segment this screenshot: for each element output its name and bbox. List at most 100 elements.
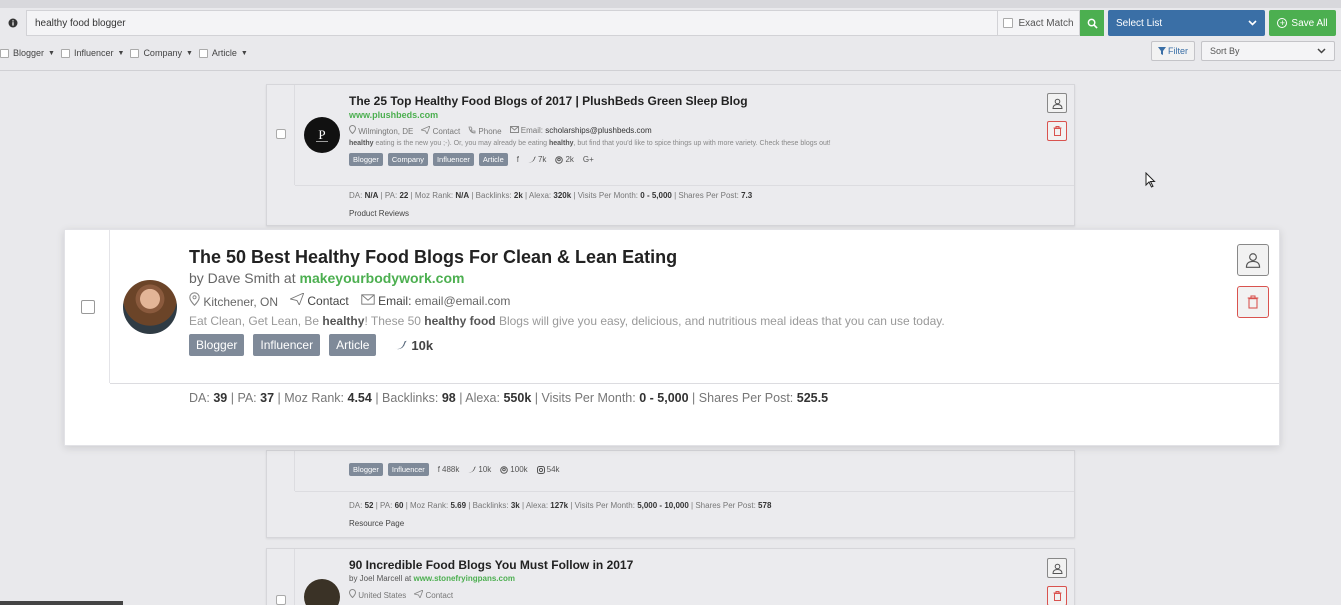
tag[interactable]: Article [329,334,377,356]
email-link[interactable]: Email: email@email.com [361,293,511,308]
filter-button[interactable]: Filter [1151,41,1195,61]
avatar [123,280,177,334]
filter-article-checkbox[interactable] [198,48,208,58]
twitter-count: 10k [411,337,434,353]
twitter-stat[interactable]: 10k [395,338,433,353]
exact-match-checkbox[interactable] [1003,18,1014,28]
delete-button[interactable] [1047,586,1067,605]
chevron-down-icon [1248,20,1257,26]
email-link[interactable]: Email: scholarships@plushbeds.com [509,126,652,135]
desc-bold: healthy [322,314,365,328]
result-title[interactable]: 90 Incredible Food Blogs You Must Follow… [349,558,633,572]
map-pin-icon [348,124,357,135]
stat-pa: 37 [260,391,275,405]
trash-icon [1053,126,1061,136]
tag[interactable]: Influencer [387,463,429,476]
facebook-stat[interactable]: f 488k [438,465,460,474]
location-text: Wilmington, DE [358,127,414,136]
filter-company[interactable]: Company ▼ [130,48,193,58]
add-contact-button[interactable] [1047,558,1067,578]
tag[interactable]: Influencer [432,153,474,166]
desc-bold: healthy food [424,314,496,328]
tag[interactable]: Company [387,153,428,166]
result-url[interactable]: www.stonefryingpans.com [413,574,515,583]
email-value: email@email.com [414,293,511,308]
stat-backlinks: 98 [441,391,456,405]
user-icon [1245,253,1261,268]
caret-down-icon[interactable]: ▼ [186,50,193,57]
result-checkbox[interactable] [276,595,286,605]
mouse-cursor-icon [1145,172,1156,188]
filter-company-checkbox[interactable] [130,48,140,58]
google-plus-link[interactable]: G+ [583,155,594,164]
sort-by-dropdown[interactable]: Sort By [1201,41,1335,61]
result-meta: Wilmington, DE Contact Phone Email: scho… [348,124,652,136]
stat-label: PA: [384,191,398,200]
result-stats: DA: 39 | PA: 37 | Moz Rank: 4.54 | Backl… [189,391,829,405]
delete-button[interactable] [1047,121,1067,141]
stat-visits: 0 - 5,000 [639,391,689,405]
stat-label: Moz Rank: [284,391,345,405]
pinterest-stat[interactable]: 100k [500,465,528,474]
tag[interactable]: Blogger [349,463,383,476]
location: Wilmington, DE [348,124,414,136]
add-contact-button[interactable] [1047,93,1067,113]
phone-link[interactable]: Phone [468,126,502,136]
filter-article[interactable]: Article ▼ [198,48,248,58]
twitter-icon [395,340,408,350]
stat-label: Visits Per Month: [577,191,639,200]
save-all-button[interactable]: + Save All [1269,10,1336,36]
stat-da: N/A [364,191,379,200]
result-checkbox[interactable] [276,129,286,139]
tag[interactable]: Blogger [189,334,245,356]
delete-button[interactable] [1237,286,1269,318]
stat-backlinks: 3k [510,501,520,510]
search-button[interactable] [1080,10,1104,36]
exact-match-toggle[interactable]: Exact Match [998,10,1080,36]
select-list-dropdown[interactable]: Select List [1108,10,1265,36]
contact-link[interactable]: Contact [288,292,349,308]
info-icon[interactable] [0,10,26,36]
filter-blogger-checkbox[interactable] [0,48,9,58]
toolbar-divider [0,70,1341,71]
twitter-stat[interactable]: 10k [468,465,491,474]
contact-link[interactable]: Contact [420,124,460,136]
desc-text: ! These 50 [364,314,425,328]
filter-influencer[interactable]: Influencer ▼ [60,48,125,58]
result-url[interactable]: www.plushbeds.com [349,110,438,120]
instagram-stat[interactable]: 54k [536,465,560,474]
tag-list: Blogger Influencer Article 10k [189,334,433,356]
contact-link[interactable]: Contact [412,588,453,600]
result-url[interactable]: makeyourbodywork.com [300,270,465,286]
stat-pa: 22 [399,191,409,200]
result-title[interactable]: The 50 Best Healthy Food Blogs For Clean… [189,247,677,268]
paper-plane-icon [412,588,424,599]
result-checkbox[interactable] [81,300,95,314]
search-icon [1087,18,1098,29]
result-meta: Kitchener, ON Contact Email: email@email… [189,292,510,309]
facebook-link[interactable]: f [517,155,519,164]
twitter-stat[interactable]: 7k [527,155,547,164]
trash-icon [1247,295,1259,309]
tag[interactable]: Article [478,153,508,166]
tag[interactable]: Blogger [349,153,383,166]
search-input[interactable] [26,10,998,36]
result-title[interactable]: The 25 Top Healthy Food Blogs of 2017 | … [349,94,748,108]
pinterest-stat[interactable]: 2k [555,155,574,164]
location-text: United States [358,591,407,600]
map-pin-icon [189,292,200,306]
filter-influencer-checkbox[interactable] [60,48,70,58]
filter-blogger[interactable]: Blogger ▼ [0,48,55,58]
stat-label: Backlinks: [382,391,439,405]
stat-shares: 525.5 [796,391,829,405]
caret-down-icon[interactable]: ▼ [48,50,55,57]
add-contact-button[interactable] [1237,244,1269,276]
stat-label: DA: [349,191,363,200]
twitter-count: 7k [537,155,547,164]
result-meta: United States Contact [348,588,453,600]
caret-down-icon[interactable]: ▼ [241,50,248,57]
chevron-down-icon [1317,48,1326,54]
tag[interactable]: Influencer [253,334,321,356]
caret-down-icon[interactable]: ▼ [118,50,125,57]
stat-label: DA: [189,391,210,405]
